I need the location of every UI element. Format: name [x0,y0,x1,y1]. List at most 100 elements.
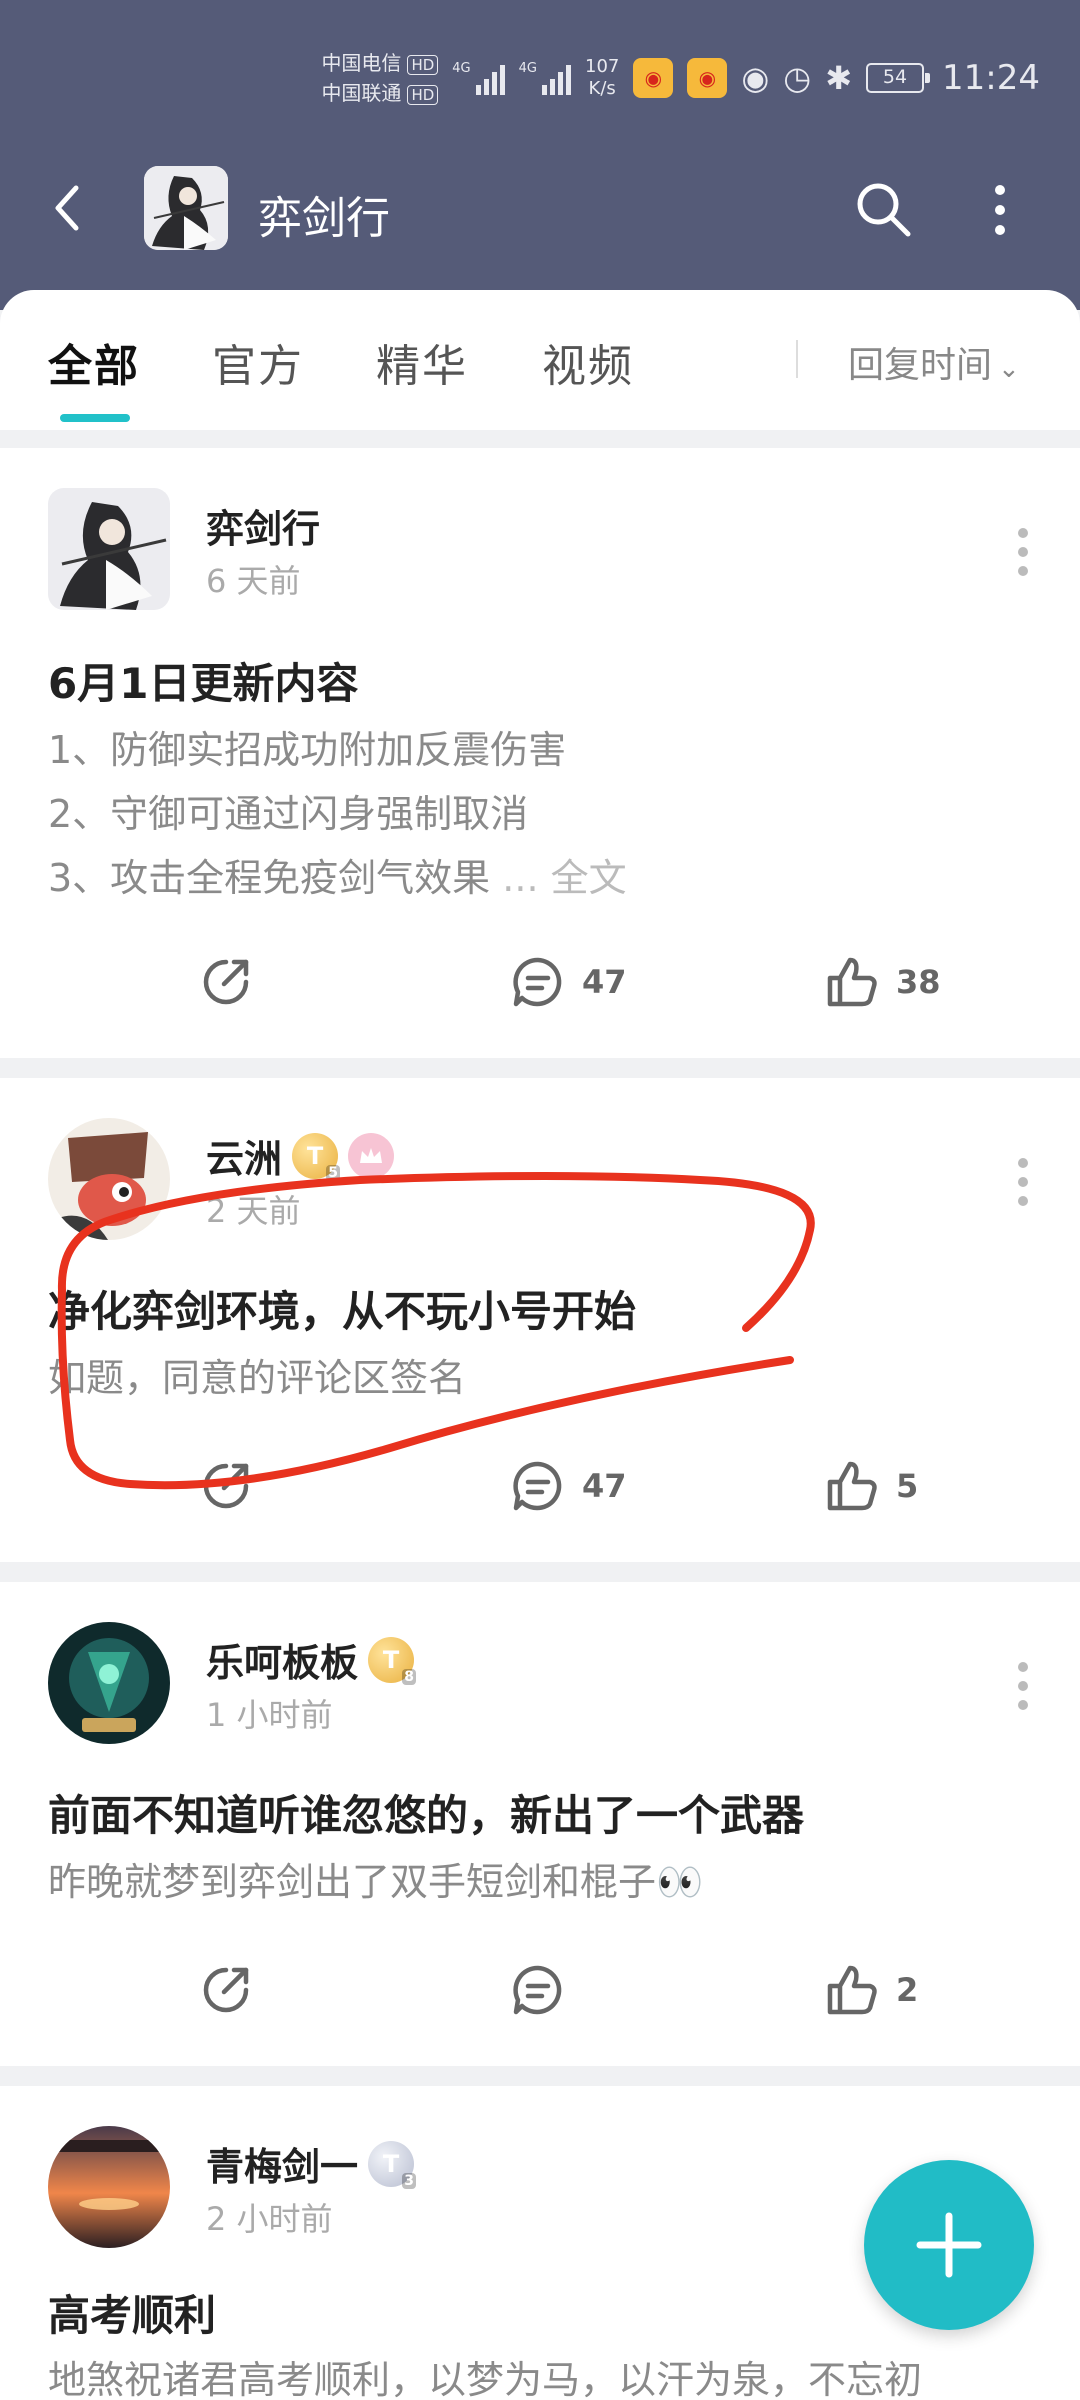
carrier-2: 中国联通 [321,81,402,105]
clock: 11:24 [942,58,1040,98]
thumbs-up-icon [827,957,877,1007]
post-body: 昨晚就梦到弈剑出了双手短剑和棍子👀 [48,1850,703,1914]
signal-icon: 4G [519,61,571,95]
comment-button[interactable]: 47 [508,942,627,1022]
game-character-avatar-icon [48,1622,170,1744]
carrier-1: 中国电信 [321,51,402,75]
back-arrow-icon[interactable] [46,180,90,236]
comment-icon [513,1965,562,2015]
eye-icon: ◉ [741,59,770,97]
comment-button[interactable] [508,1950,582,2030]
hd-badge: HD [407,54,439,75]
author-name[interactable]: 云洲 T5 [206,1128,395,1183]
comment-icon [513,957,562,1007]
app-header: 中国电信 HD 中国联通 HD 4G 4G 107 K/s ◉ ◉ ◉ ◷ ✱ 54… [0,0,1080,310]
like-count: 5 [896,1467,919,1505]
like-count: 2 [896,1971,919,2009]
weibo-icon: ◉ [687,58,728,98]
avatar[interactable] [48,1622,170,1744]
more-vertical-icon[interactable] [978,182,1022,238]
share-icon [203,1463,249,1509]
level-badge: T5 [292,1132,341,1181]
plus-icon [916,2212,982,2278]
new-post-button[interactable] [864,2160,1034,2330]
comment-count: 47 [582,1467,627,1505]
level-badge: T8 [368,1636,417,1685]
tab-official[interactable]: 官方 [212,330,304,394]
forum-title: 弈剑行 [258,193,390,244]
thumbs-up-icon [827,1965,877,2015]
sort-label: 回复时间 [848,345,993,386]
game-avatar [144,166,228,250]
signal-icon: 4G [452,61,505,95]
post-card[interactable]: 云洲 T5 2 天前 净化弈剑环境，从不玩小号开始 如题，同意的评论区签名 47… [0,1078,1080,1562]
post-body-line: 1、防御实招成功附加反震伤害 [48,728,567,772]
nav-bar: 弈剑行 [0,160,1080,256]
swordsman-icon [144,166,228,250]
ellipsis: ... [502,856,539,900]
post-actions: 47 38 [0,942,1080,1022]
post-more-icon[interactable] [1018,1662,1030,1719]
post-actions: 2 [0,1950,1080,2030]
like-button[interactable]: 2 [822,1950,918,2030]
network-speed: 107 K/s [585,56,620,99]
post-time: 1 小时前 [206,1696,333,1734]
hd-badge: HD [407,84,439,105]
post-body-line: 如题，同意的评论区签名 [48,1356,467,1400]
post-body: 如题，同意的评论区签名 [48,1346,466,1410]
post-time: 6 天前 [206,562,301,600]
post-title: 高考顺利 [48,2291,217,2340]
avatar[interactable] [48,1118,170,1240]
post-body-line: 2、守御可通过闪身强制取消 [48,792,529,836]
battery-icon: 54 [866,63,931,93]
carrier-info: 中国电信 HD 中国联通 HD [321,48,439,108]
sunset-avatar-icon [48,2126,170,2248]
bluetooth-icon: ✱ [825,59,853,97]
avatar[interactable] [48,2126,170,2248]
like-count: 38 [896,963,941,1001]
tab-video[interactable]: 视频 [542,330,634,394]
like-button[interactable]: 5 [822,1446,918,1526]
post-body: 1、防御实招成功附加反震伤害 2、守御可通过闪身强制取消 3、攻击全程免疫剑气效… [48,718,627,910]
post-card[interactable]: 乐呵板板 T8 1 小时前 前面不知道听谁忽悠的，新出了一个武器 昨晚就梦到弈剑… [0,1582,1080,2066]
mask-avatar-icon [48,1118,170,1240]
tab-all[interactable]: 全部 [48,330,140,394]
active-tab-indicator [60,414,130,422]
avatar[interactable] [48,488,170,610]
share-button[interactable] [196,942,256,1022]
post-body-line: 3、攻击全程免疫剑气效果 ... 全文 [48,856,627,900]
like-button[interactable]: 38 [822,942,941,1022]
author-name[interactable]: 乐呵板板 T8 [206,1632,417,1687]
post-card[interactable]: 弈剑行 6 天前 6月1日更新内容 1、防御实招成功附加反震伤害 2、守御可通过… [0,448,1080,1058]
post-title: 6月1日更新内容 [48,659,359,708]
tab-bar: 全部 官方 精华 视频 回复时间 ⌄ [0,290,1080,430]
alarm-icon: ◷ [783,59,812,97]
post-body-line: 地煞祝诸君高考顺利，以梦为马，以汗为泉，不忘初 [48,2358,923,2400]
divider [796,340,798,378]
search-icon[interactable] [852,178,914,240]
tab-featured[interactable]: 精华 [376,330,468,394]
post-time: 2 天前 [206,1192,301,1230]
share-button[interactable] [196,1446,256,1526]
post-title: 前面不知道听谁忽悠的，新出了一个武器 [48,1791,805,1840]
level-badge: T3 [368,2140,417,2189]
weibo-icon: ◉ [633,58,674,98]
full-text-link[interactable]: 全文 [551,856,627,900]
chevron-down-icon: ⌄ [998,354,1020,384]
post-more-icon[interactable] [1018,1158,1030,1215]
status-bar: 中国电信 HD 中国联通 HD 4G 4G 107 K/s ◉ ◉ ◉ ◷ ✱ 54… [321,48,1040,108]
author-name[interactable]: 弈剑行 [206,498,320,553]
thumbs-up-icon [827,1461,877,1511]
post-actions: 47 5 [0,1446,1080,1526]
crown-badge-icon [348,1132,395,1179]
share-button[interactable] [196,1950,256,2030]
author-name[interactable]: 青梅剑一 T3 [206,2136,417,2191]
share-icon [203,959,249,1005]
comment-button[interactable]: 47 [508,1446,627,1526]
post-body-line: 昨晚就梦到弈剑出了双手短剑和棍子👀 [48,1860,704,1904]
share-icon [203,1967,249,2013]
post-more-icon[interactable] [1018,528,1030,585]
post-body: 地煞祝诸君高考顺利，以梦为马，以汗为泉，不忘初 [48,2348,922,2400]
sort-dropdown[interactable]: 回复时间 ⌄ [848,336,1020,388]
comment-icon [513,1461,562,1511]
